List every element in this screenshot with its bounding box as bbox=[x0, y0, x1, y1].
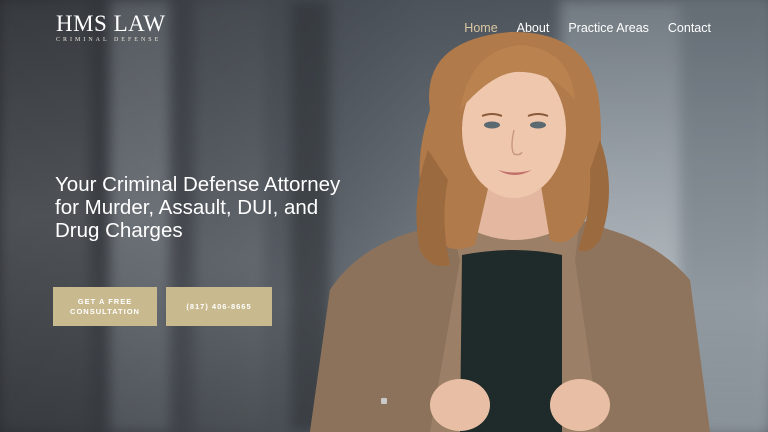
nav-practice-areas[interactable]: Practice Areas bbox=[568, 20, 649, 36]
nav-contact[interactable]: Contact bbox=[668, 20, 711, 36]
logo-subtitle: CRIMINAL DEFENSE bbox=[56, 37, 162, 43]
main-nav: Home About Practice Areas Contact bbox=[445, 20, 711, 36]
free-consultation-button[interactable]: GET A FREE CONSULTATION bbox=[53, 287, 157, 326]
site-logo[interactable]: HMS LAW CRIMINAL DEFENSE bbox=[56, 12, 166, 44]
nav-about[interactable]: About bbox=[517, 20, 550, 36]
hero-headline: Your Criminal Defense Attorney for Murde… bbox=[55, 173, 341, 242]
logo-title: HMS LAW bbox=[56, 11, 166, 36]
nav-home[interactable]: Home bbox=[464, 20, 497, 36]
phone-button[interactable]: (817) 406-8665 bbox=[166, 287, 272, 326]
slider-indicator[interactable] bbox=[381, 398, 387, 404]
attorney-photo bbox=[310, 31, 710, 432]
